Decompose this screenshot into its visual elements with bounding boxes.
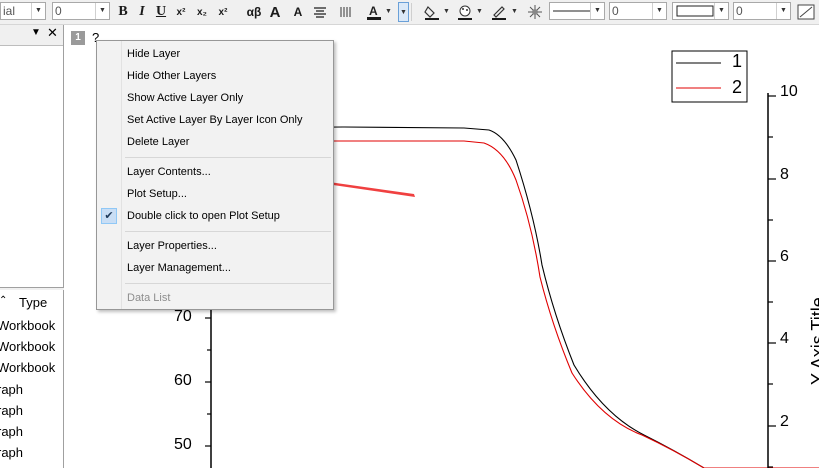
decrease-font-button[interactable]: A bbox=[289, 2, 307, 22]
menu-item-data-list: Data List bbox=[127, 292, 171, 304]
menu-item-show-active-layer-only[interactable]: Show Active Layer Only bbox=[127, 92, 243, 104]
chevron-down-icon[interactable]: ▼ bbox=[475, 2, 484, 22]
line-width-combo[interactable]: 0 ▼ bbox=[609, 2, 667, 20]
superscript-button[interactable]: x² bbox=[172, 2, 190, 22]
list-item[interactable]: Workbook bbox=[0, 318, 55, 333]
pattern-icon[interactable] bbox=[456, 2, 474, 22]
right-tick-label: 2 bbox=[780, 413, 789, 430]
chevron-down-icon[interactable]: ▼ bbox=[31, 3, 45, 19]
right-axis-title[interactable]: Y Axis Title bbox=[808, 297, 819, 385]
column-marks-icon[interactable] bbox=[338, 2, 354, 22]
menu-item-set-active-layer[interactable]: Set Active Layer By Layer Icon Only bbox=[127, 114, 302, 126]
italic-button[interactable]: I bbox=[134, 2, 150, 22]
menu-item-double-click-plot-setup[interactable]: Double click to open Plot Setup bbox=[127, 210, 280, 222]
chevron-down-icon[interactable]: ▼ bbox=[776, 3, 790, 19]
sort-icon[interactable]: ⌃ bbox=[0, 295, 7, 306]
list-item[interactable]: Workbook bbox=[0, 360, 55, 375]
left-tick-label: 70 bbox=[174, 308, 192, 325]
menu-item-hide-layer[interactable]: Hide Layer bbox=[127, 48, 180, 60]
list-item[interactable]: raph bbox=[0, 445, 23, 460]
panel-header: ▼ ✕ bbox=[0, 25, 63, 46]
legend-label-1: 1 bbox=[732, 51, 743, 71]
left-tick-label: 50 bbox=[174, 436, 192, 453]
project-file-list: ⌃ Type Workbook Workbook Workbook raph r… bbox=[0, 290, 64, 468]
right-tick-label: 10 bbox=[780, 83, 798, 100]
layer-icon[interactable]: 1 bbox=[71, 31, 85, 45]
greek-button[interactable]: αβ bbox=[243, 2, 265, 22]
menu-item-hide-other-layers[interactable]: Hide Other Layers bbox=[127, 70, 216, 82]
font-size-combo[interactable]: 0 ▼ bbox=[52, 2, 110, 20]
sparkle-icon[interactable] bbox=[526, 2, 544, 22]
font-size-value: 0 bbox=[55, 4, 62, 18]
chevron-down-icon[interactable]: ▼ bbox=[384, 2, 393, 22]
bold-button[interactable]: B bbox=[115, 2, 131, 22]
right-tick-label: 6 bbox=[780, 248, 789, 265]
menu-gutter bbox=[97, 41, 122, 309]
legend-label-2: 2 bbox=[732, 77, 743, 97]
menu-item-layer-management[interactable]: Layer Management... bbox=[127, 262, 231, 274]
increase-font-button[interactable]: A bbox=[266, 2, 284, 22]
project-explorer-panel: ▼ ✕ bbox=[0, 25, 64, 288]
right-tick-label: 4 bbox=[780, 330, 789, 347]
menu-item-layer-properties[interactable]: Layer Properties... bbox=[127, 240, 217, 252]
format-toolbar: ial ▼ 0 ▼ B I U x² x₂ x² αβ A A A ▼ ▼ ▼ … bbox=[0, 0, 819, 25]
menu-separator bbox=[125, 231, 331, 232]
underline-button[interactable]: U bbox=[153, 2, 169, 22]
menu-item-delete-layer[interactable]: Delete Layer bbox=[127, 136, 189, 148]
svg-text:A: A bbox=[369, 4, 378, 18]
font-name-combo[interactable]: ial ▼ bbox=[0, 2, 46, 20]
pattern-size-combo[interactable]: 0 ▼ bbox=[733, 2, 791, 20]
file-list-header: ⌃ Type bbox=[0, 295, 63, 313]
menu-item-plot-setup[interactable]: Plot Setup... bbox=[127, 188, 187, 200]
chevron-down-icon[interactable]: ▼ bbox=[590, 3, 604, 19]
border-style-combo[interactable]: ▼ bbox=[672, 2, 729, 20]
left-tick-label: 60 bbox=[174, 372, 192, 389]
menu-separator bbox=[125, 157, 331, 158]
line-width-value: 0 bbox=[612, 4, 619, 18]
list-item[interactable]: raph bbox=[0, 403, 23, 418]
subscript-button[interactable]: x₂ bbox=[193, 2, 211, 22]
overflow-chevron-icon[interactable]: ▼ bbox=[398, 2, 409, 22]
menu-item-layer-contents[interactable]: Layer Contents... bbox=[127, 166, 211, 178]
fill-bucket-icon[interactable] bbox=[423, 2, 441, 22]
checkmark-icon: ✔ bbox=[101, 208, 117, 224]
panel-menu-chevron-icon[interactable]: ▼ bbox=[31, 27, 41, 38]
right-tick-label: 8 bbox=[780, 166, 789, 183]
align-icon[interactable] bbox=[312, 2, 328, 22]
chevron-down-icon[interactable]: ▼ bbox=[652, 3, 666, 19]
layer-context-menu: Hide Layer Hide Other Layers Show Active… bbox=[96, 40, 334, 310]
panel-close-icon[interactable]: ✕ bbox=[47, 25, 58, 41]
chevron-down-icon[interactable]: ▼ bbox=[442, 2, 451, 22]
font-name-value: ial bbox=[3, 4, 16, 18]
toolbar-separator bbox=[411, 3, 412, 21]
pattern-size-value: 0 bbox=[736, 4, 743, 18]
font-color-icon[interactable]: A bbox=[365, 2, 383, 22]
menu-separator bbox=[125, 283, 331, 284]
list-item[interactable]: raph bbox=[0, 424, 23, 439]
list-item[interactable]: Workbook bbox=[0, 339, 55, 354]
swap-icon[interactable] bbox=[796, 2, 816, 22]
type-column-header[interactable]: Type bbox=[19, 295, 47, 310]
list-item[interactable]: raph bbox=[0, 382, 23, 397]
chevron-down-icon[interactable]: ▼ bbox=[510, 2, 519, 22]
line-color-icon[interactable] bbox=[490, 2, 508, 22]
line-style-combo[interactable]: ▼ bbox=[549, 2, 605, 20]
chevron-down-icon[interactable]: ▼ bbox=[95, 3, 109, 19]
supersubscript-button[interactable]: x² bbox=[214, 2, 232, 22]
chevron-down-icon[interactable]: ▼ bbox=[714, 3, 728, 19]
